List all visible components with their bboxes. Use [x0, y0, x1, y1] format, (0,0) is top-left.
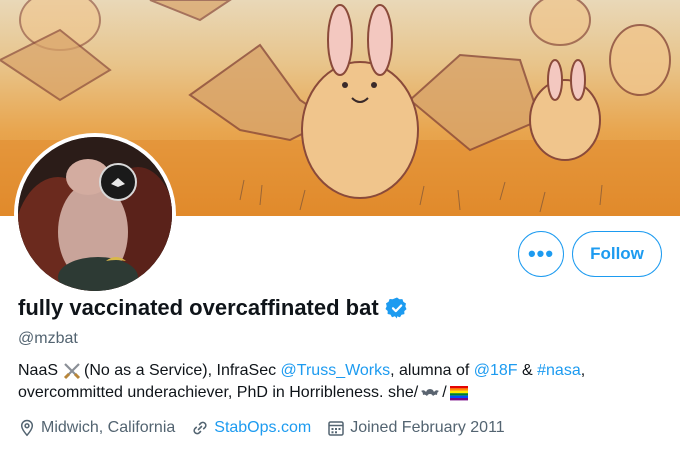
avatar[interactable] [14, 133, 176, 295]
location: Midwich, California [18, 419, 175, 437]
join-date-text: Joined February 2011 [350, 419, 505, 436]
display-name: fully vaccinated overcaffinated bat [18, 295, 379, 320]
website: StabOps.com [191, 419, 311, 437]
avatar-photo [18, 137, 172, 291]
bio-text: overcommitted underachiever, PhD in Horr… [18, 384, 419, 401]
profile-meta: Midwich, California StabOps.com Joined F… [18, 419, 505, 437]
bio-line-2: overcommitted underachiever, PhD in Horr… [18, 382, 658, 404]
bio: NaaS (No as a Service), InfraSec @Truss_… [18, 360, 658, 404]
follow-button[interactable]: Follow [572, 231, 662, 277]
rainbow-flag-icon [449, 386, 468, 401]
more-options-button[interactable]: ••• [518, 231, 564, 277]
bio-text: , [580, 362, 586, 379]
bio-text: , alumna of [390, 362, 474, 379]
bio-text: NaaS [18, 362, 59, 379]
bat-icon [421, 389, 440, 396]
bio-line-1: NaaS (No as a Service), InfraSec @Truss_… [18, 360, 658, 382]
bio-text: (No as a Service), InfraSec [84, 362, 281, 379]
link-icon [193, 421, 207, 435]
location-pin-icon [20, 419, 34, 437]
mention-18f-link[interactable]: @18F [474, 360, 518, 382]
more-options-icon: ••• [527, 241, 555, 266]
website-link[interactable]: StabOps.com [214, 419, 311, 437]
mention-truss-works-link[interactable]: @Truss_Works [281, 360, 391, 382]
calendar-icon [328, 421, 344, 436]
display-name-row: fully vaccinated overcaffinated bat [18, 295, 409, 321]
bio-text: & [517, 362, 538, 379]
crossed-swords-icon [63, 363, 81, 380]
verified-badge-icon [385, 297, 407, 319]
join-date: Joined February 2011 [327, 419, 505, 437]
location-text: Midwich, California [41, 419, 176, 436]
hashtag-nasa-link[interactable]: #nasa [537, 360, 581, 382]
bio-text: / [442, 384, 447, 401]
handle: @mzbat [18, 330, 78, 347]
